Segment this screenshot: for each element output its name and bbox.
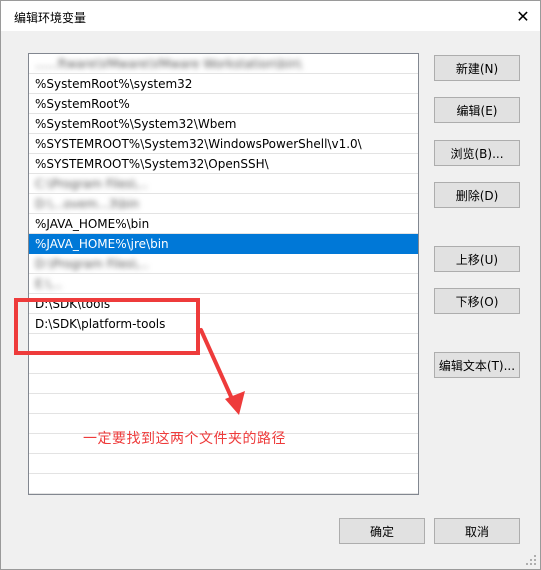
path-list-item-text: %SYSTEMROOT%\System32\WindowsPowerShell\… — [35, 137, 362, 151]
path-list-item[interactable]: ......ftware\VMware\VMware Workstation\b… — [29, 54, 418, 74]
move-up-button[interactable]: 上移(U) — [434, 246, 520, 272]
path-list-item-text: ......ftware\VMware\VMware Workstation\b… — [35, 57, 302, 71]
delete-button[interactable]: 删除(D) — [434, 182, 520, 208]
path-list-item-text: D:\...ovem...3\bin — [35, 197, 139, 211]
ok-button[interactable]: 确定 — [339, 518, 425, 544]
window-title: 编辑环境变量 — [14, 11, 87, 25]
edit-button[interactable]: 编辑(E) — [434, 97, 520, 123]
path-list-item[interactable]: D:\...ovem...3\bin — [29, 194, 418, 214]
resize-grip-icon[interactable] — [525, 554, 537, 566]
path-list-item-text: %SystemRoot%\system32 — [35, 77, 193, 91]
path-list-item[interactable]: %SystemRoot%\System32\Wbem — [29, 114, 418, 134]
path-list-item-text: %JAVA_HOME%\bin — [35, 217, 150, 231]
new-button[interactable]: 新建(N) — [434, 55, 520, 81]
close-icon[interactable]: ✕ — [506, 1, 540, 31]
path-list-item[interactable] — [29, 454, 418, 474]
cancel-button[interactable]: 取消 — [434, 518, 520, 544]
path-list-item[interactable]: %SystemRoot%\system32 — [29, 74, 418, 94]
move-down-button[interactable]: 下移(O) — [434, 288, 520, 314]
path-list-item[interactable]: %JAVA_HOME%\jre\bin — [29, 234, 418, 254]
path-list-item[interactable]: %SystemRoot% — [29, 94, 418, 114]
annotation-arrow-icon — [199, 328, 245, 415]
path-list-item-text: %SystemRoot%\System32\Wbem — [35, 117, 237, 131]
path-list-item-text: %SystemRoot% — [35, 97, 130, 111]
path-list-item[interactable]: E:\... — [29, 274, 418, 294]
path-list-item[interactable] — [29, 474, 418, 494]
browse-button[interactable]: 浏览(B)... — [434, 140, 520, 166]
path-list-item-text: C:\Program Files\... — [35, 177, 148, 191]
path-list-item[interactable]: %SYSTEMROOT%\System32\OpenSSH\ — [29, 154, 418, 174]
title-bar: 编辑环境变量 ✕ — [1, 1, 540, 31]
path-list-item-text: E:\... — [35, 277, 63, 291]
edit-env-variable-dialog: 编辑环境变量 ✕ ......ftware\VMware\VMware Work… — [0, 0, 541, 570]
annotation-text: 一定要找到这两个文件夹的路径 — [83, 431, 286, 447]
annotation-highlight-box — [14, 298, 200, 355]
path-list-item-text: %JAVA_HOME%\jre\bin — [35, 237, 169, 251]
path-list-item[interactable]: %JAVA_HOME%\bin — [29, 214, 418, 234]
path-list-item-text: %SYSTEMROOT%\System32\OpenSSH\ — [35, 157, 269, 171]
path-list-item[interactable]: C:\Program Files\... — [29, 174, 418, 194]
edit-text-button[interactable]: 编辑文本(T)... — [434, 352, 520, 378]
path-list-item[interactable]: D:\Program Files\... — [29, 254, 418, 274]
path-list-item[interactable]: %SYSTEMROOT%\System32\WindowsPowerShell\… — [29, 134, 418, 154]
path-list-item-text: D:\Program Files\... — [35, 257, 149, 271]
